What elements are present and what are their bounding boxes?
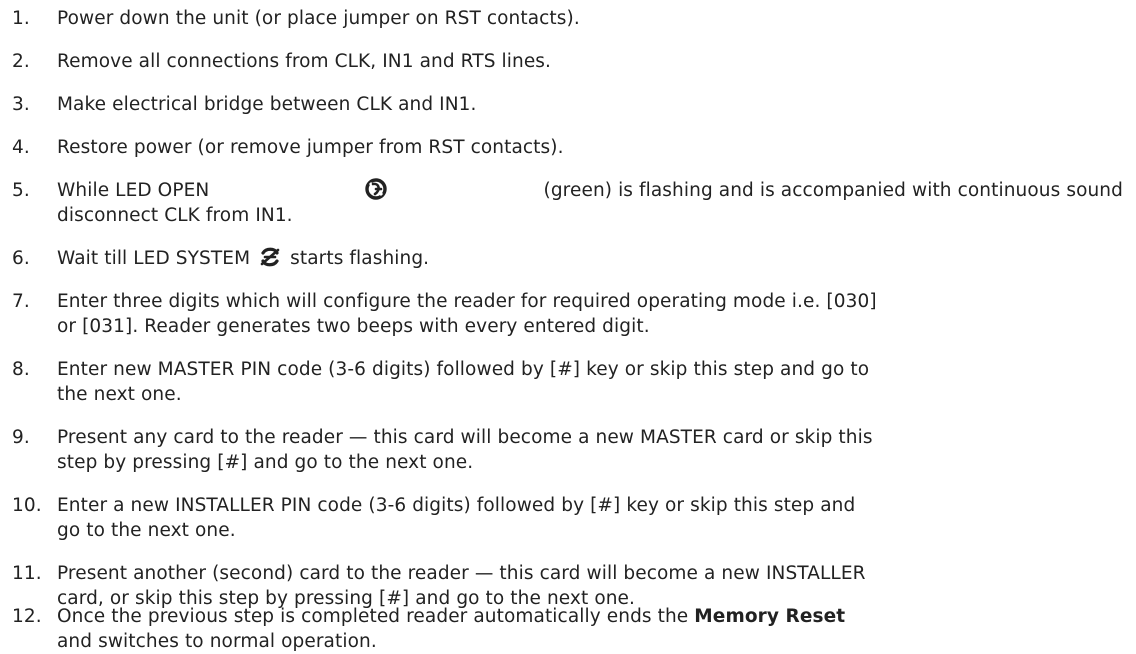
step-number: 4. (12, 137, 30, 158)
step-text: Restore power (or remove jumper from RST… (57, 137, 564, 158)
step-text-line: disconnect CLK from IN1. (57, 205, 293, 226)
step-text-line: or [031]. Reader generates two beeps wit… (57, 316, 650, 337)
step-text: Make electrical bridge between CLK and I… (57, 94, 477, 115)
step-text-line: Present another (second) card to the rea… (57, 563, 866, 584)
step-text-line: Enter three digits which will configure … (57, 291, 877, 312)
step-number: 11. (12, 563, 42, 584)
step-text-line: Enter a new INSTALLER PIN code (3-6 digi… (57, 495, 856, 516)
step-text-line: step by pressing [#] and go to the next … (57, 452, 474, 473)
step-number: 5. (12, 180, 30, 201)
step-text: Wait till LED SYSTEM starts flashing. (57, 246, 1123, 271)
step-text-line: and switches to normal operation. (57, 631, 377, 652)
step-number: 12. (12, 606, 42, 627)
led-open-icon (364, 178, 388, 200)
step-text: While LED OPEN (green) is flashing and i… (57, 178, 1123, 228)
step-number: 2. (12, 51, 30, 72)
step-text-line: the next one. (57, 384, 182, 405)
step-text: Present any card to the reader — this ca… (57, 425, 1123, 475)
step-text: Once the previous step is completed read… (57, 604, 1123, 654)
step-text: Remove all connections from CLK, IN1 and… (57, 51, 552, 72)
step-number: 8. (12, 359, 30, 380)
step-text-line: go to the next one. (57, 520, 236, 541)
step-number: 7. (12, 291, 30, 312)
step-text-part: Wait till LED SYSTEM (57, 248, 251, 269)
step-text-part: starts flashing. (290, 248, 430, 269)
step-text: Enter a new INSTALLER PIN code (3-6 digi… (57, 493, 1123, 543)
step-number: 10. (12, 495, 42, 516)
step-number: 9. (12, 427, 30, 448)
step-number: 1. (12, 8, 30, 29)
step-text-line: Enter new MASTER PIN code (3-6 digits) f… (57, 359, 870, 380)
memory-reset-procedure: 1. Power down the unit (or place jumper … (0, 0, 1136, 652)
step-text: Enter three digits which will configure … (57, 289, 1123, 339)
step-text: Power down the unit (or place jumper on … (57, 8, 580, 29)
step-number: 3. (12, 94, 30, 115)
step-text-part: (green) is flashing and is accompanied w… (543, 180, 1123, 201)
step-text-part: Once the previous step is completed read… (57, 606, 689, 627)
led-system-icon (258, 246, 282, 268)
step-number: 6. (12, 248, 30, 269)
step-text-part: While LED OPEN (57, 180, 210, 201)
memory-reset-emphasis: Memory Reset (694, 606, 846, 627)
step-text-line: Present any card to the reader — this ca… (57, 427, 873, 448)
step-text: Enter new MASTER PIN code (3-6 digits) f… (57, 357, 1123, 407)
